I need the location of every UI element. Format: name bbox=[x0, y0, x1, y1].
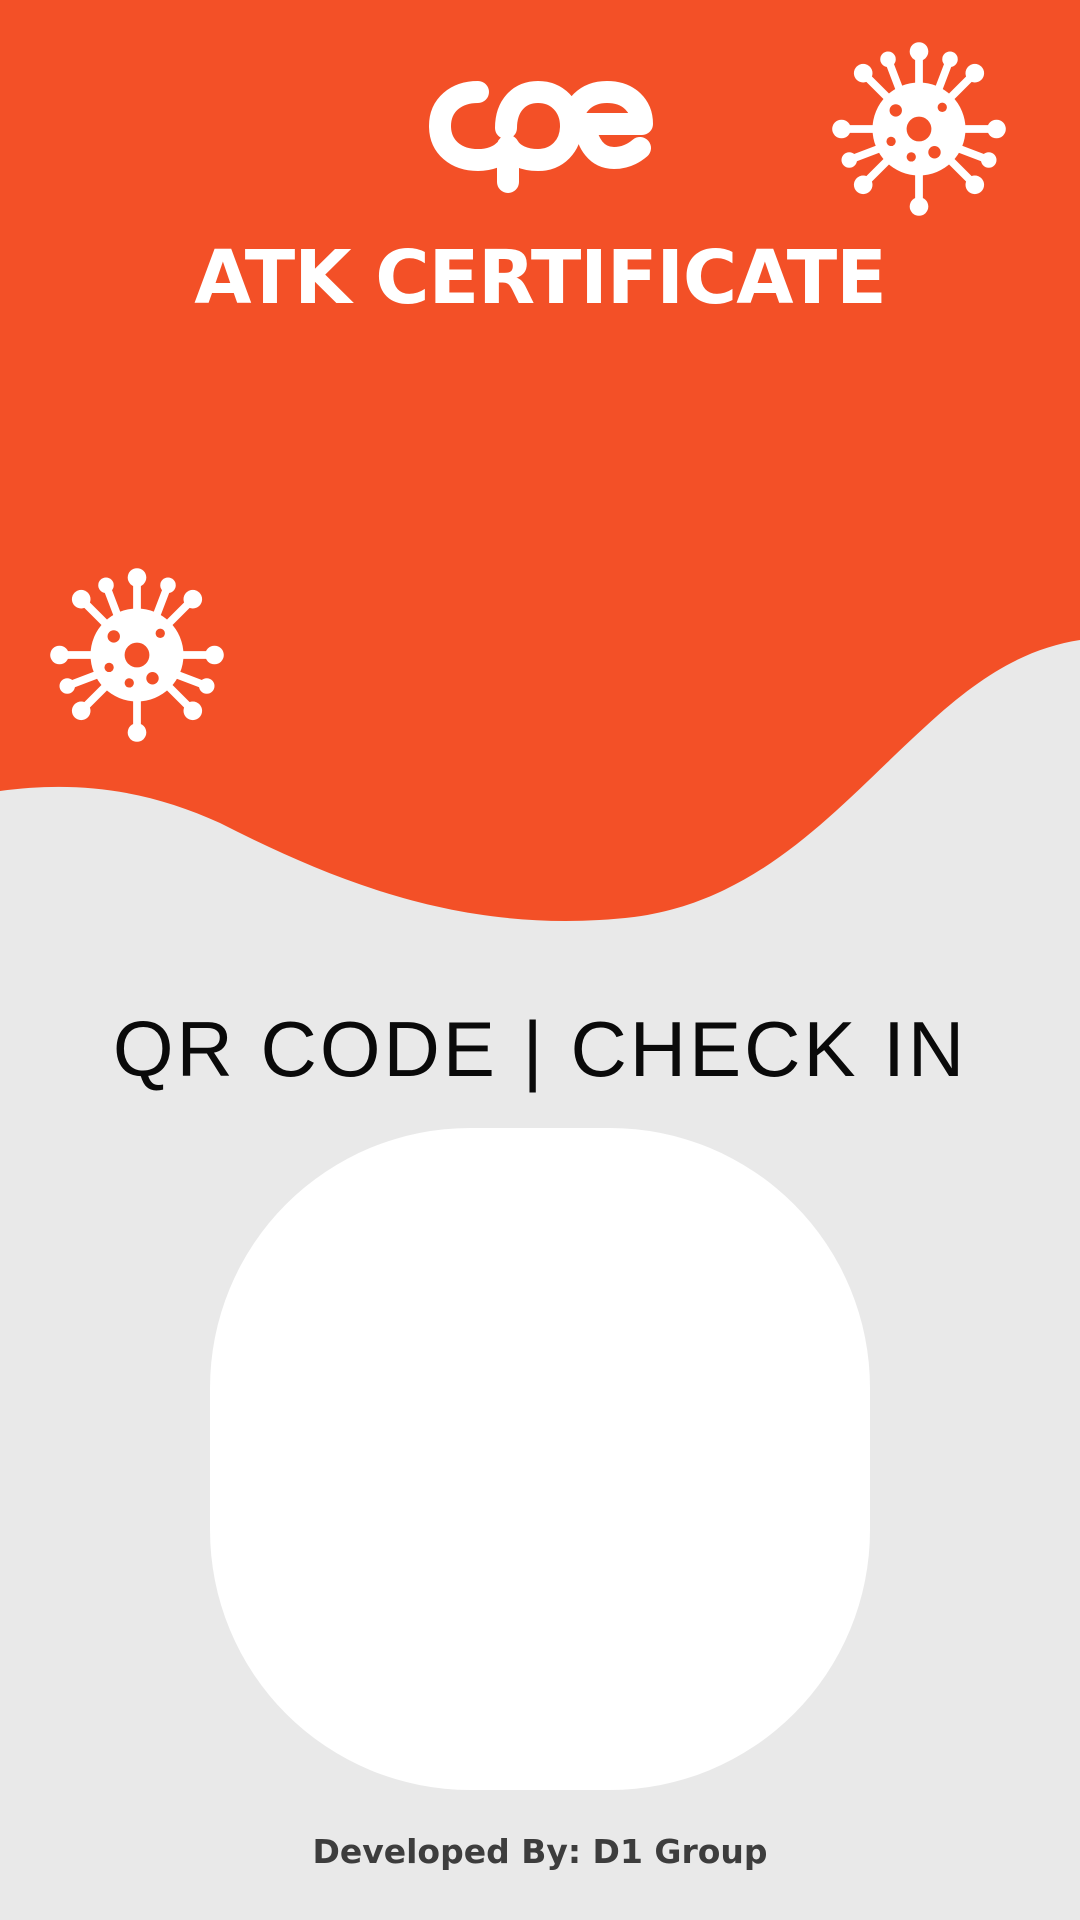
developer-credit: Developed By: D1 Group bbox=[312, 1832, 768, 1871]
atk-certificate-screen: ATK CERTIFICATE QR CODE | CHECK IN Devel… bbox=[0, 0, 1080, 1920]
virus-icon bbox=[44, 562, 230, 748]
qr-check-in-heading: QR CODE | CHECK IN bbox=[112, 1005, 968, 1093]
virus-icon bbox=[826, 36, 1012, 222]
qr-code-card[interactable] bbox=[210, 1128, 870, 1790]
cpe-logo bbox=[420, 58, 660, 198]
certificate-title: ATK CERTIFICATE bbox=[194, 235, 887, 321]
